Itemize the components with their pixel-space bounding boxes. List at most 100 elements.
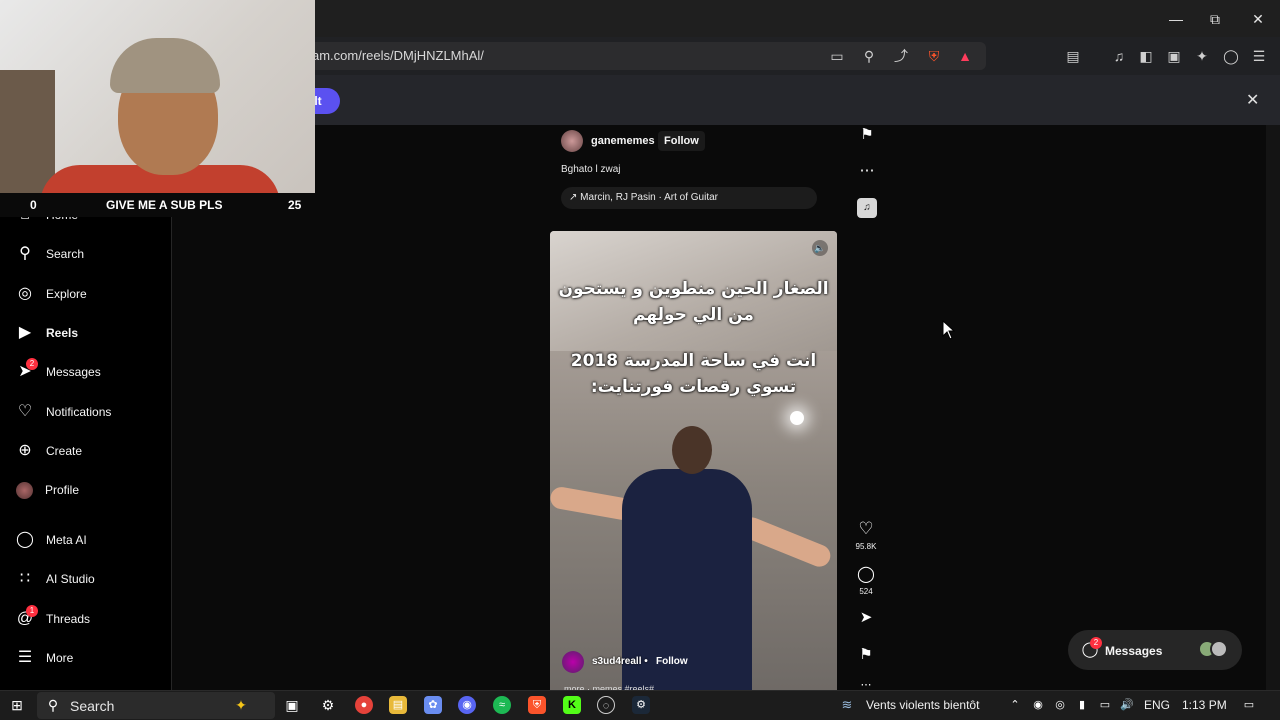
share-icon[interactable]: ⤴ bbox=[891, 46, 911, 66]
reel-caption: Bghato l zwaj bbox=[561, 164, 621, 175]
zoom-icon[interactable]: ⚲ bbox=[859, 46, 879, 66]
more-options-icon[interactable]: ⋯ bbox=[856, 161, 878, 179]
microphone-icon[interactable]: ◎ bbox=[1051, 696, 1069, 714]
search-icon: ⚲ bbox=[47, 697, 59, 713]
restore-icon[interactable]: ⧉ bbox=[1204, 8, 1226, 30]
reel-audio-label: Marcin, RJ Pasin · Art of Guitar bbox=[580, 192, 718, 203]
sidebar-item-explore[interactable]: ◎ Explore bbox=[16, 282, 87, 306]
leo-ai-icon[interactable]: ✦ bbox=[1192, 46, 1212, 66]
sidebar-item-ai-studio[interactable]: ∷ AI Studio bbox=[16, 567, 95, 591]
music-icon[interactable]: ♫ bbox=[1109, 46, 1129, 66]
avatar bbox=[16, 481, 33, 499]
chevron-up-icon[interactable]: ⌃ bbox=[1006, 696, 1024, 714]
volume-icon[interactable]: 🔊 bbox=[1118, 696, 1136, 714]
clock-time[interactable]: 1:13 PM bbox=[1182, 698, 1227, 712]
save-icon[interactable]: ⚑ bbox=[856, 125, 878, 143]
webcam-person-cap bbox=[110, 38, 220, 93]
menu-icon: ☰ bbox=[17, 649, 33, 666]
reel-audio-link[interactable]: ↗ Marcin, RJ Pasin · Art of Guitar bbox=[561, 187, 817, 209]
browser-menu-icon[interactable]: ☰ bbox=[1249, 46, 1269, 66]
reader-mode-icon[interactable]: ▤ bbox=[1063, 46, 1083, 66]
mouse-cursor-icon bbox=[942, 320, 956, 340]
taskbar-search-label: Search bbox=[70, 698, 115, 714]
brave-rewards-icon[interactable]: ▲ bbox=[955, 46, 975, 66]
reel-author-avatar[interactable] bbox=[561, 130, 583, 152]
spotify-icon[interactable]: ≈ bbox=[493, 696, 511, 714]
sidebar-item-messages[interactable]: ➤ 2 Messages bbox=[16, 358, 101, 384]
audio-thumbnail[interactable]: ♫ bbox=[857, 198, 877, 218]
sidebar-item-label: Meta AI bbox=[46, 533, 87, 547]
copilot-app-icon[interactable]: ✿ bbox=[424, 696, 442, 714]
compass-icon: ◎ bbox=[18, 285, 32, 302]
webcam-left-count: 0 bbox=[30, 198, 37, 212]
vpn-shield-icon[interactable]: ◯ bbox=[1221, 46, 1241, 66]
send-icon: ➤ 2 bbox=[16, 358, 38, 381]
comment-count: 524 bbox=[859, 587, 873, 596]
wallet-icon[interactable]: ▣ bbox=[1164, 46, 1184, 66]
sidebar-item-more[interactable]: ☰ More bbox=[16, 646, 74, 670]
bookmark-icon[interactable]: ⚑ bbox=[855, 645, 877, 663]
address-url[interactable]: am.com/reels/DMjHNZLMhAl/ bbox=[312, 48, 484, 63]
reel-video[interactable]: الصغار الحين منطوين و يستحون من الي حوله… bbox=[550, 231, 837, 690]
messages-pill-avatars bbox=[1198, 640, 1228, 660]
messages-badge: 2 bbox=[26, 358, 38, 370]
avatar bbox=[1210, 640, 1228, 658]
messages-pill-badge: 2 bbox=[1090, 637, 1102, 649]
sidebar-item-create[interactable]: ⊕ Create bbox=[16, 439, 82, 463]
video-follow-button[interactable]: Follow bbox=[656, 656, 688, 667]
reel-author-username[interactable]: ganememes • bbox=[591, 135, 662, 147]
sidebar-item-label: AI Studio bbox=[46, 572, 95, 586]
reel-follow-button[interactable]: Follow bbox=[658, 131, 705, 151]
battery-icon[interactable]: ▮ bbox=[1073, 696, 1091, 714]
brave-icon[interactable]: ⛨ bbox=[528, 696, 546, 714]
send-share-icon[interactable]: ➤ bbox=[855, 608, 877, 626]
sidebar-item-profile[interactable]: Profile bbox=[16, 478, 79, 502]
sidebar-item-label: Messages bbox=[46, 365, 101, 379]
sidebar-item-threads[interactable]: @1 Threads bbox=[16, 605, 90, 631]
obs-icon[interactable]: ◌ bbox=[597, 696, 615, 714]
brave-shield-icon[interactable]: ⛨ bbox=[924, 46, 944, 66]
file-explorer-icon[interactable]: ▤ bbox=[389, 696, 407, 714]
weather-text[interactable]: Vents violents bientôt bbox=[866, 698, 979, 712]
sidebar-item-notifications[interactable]: ♡ Notifications bbox=[16, 400, 112, 424]
steam-icon[interactable]: ⚙ bbox=[632, 696, 650, 714]
threads-icon: @1 bbox=[16, 605, 38, 628]
sidebar-item-search[interactable]: ⚲ Search bbox=[16, 242, 84, 266]
infobar-close-icon[interactable]: ✕ bbox=[1246, 90, 1259, 110]
sidebar-item-label: Profile bbox=[45, 483, 80, 497]
notification-center-icon[interactable]: ▭ bbox=[1240, 696, 1258, 714]
headset-icon[interactable]: ◉ bbox=[1029, 696, 1047, 714]
video-overlay-line4: تسوي رقصات فورتنايت: bbox=[590, 377, 797, 397]
windows-start-icon[interactable]: ⊞ bbox=[8, 696, 26, 714]
cast-icon[interactable]: ▭ bbox=[827, 46, 847, 66]
mute-icon[interactable]: 🔈 bbox=[812, 240, 828, 256]
sidebar-item-meta-ai[interactable]: ◯ Meta AI bbox=[16, 528, 87, 552]
sidebar-item-label: More bbox=[46, 651, 74, 665]
search-icon: ⚲ bbox=[19, 245, 31, 262]
page-scrollbar[interactable] bbox=[1266, 125, 1280, 690]
close-icon[interactable]: ✕ bbox=[1247, 8, 1269, 30]
sidebar-item-label: Reels bbox=[46, 326, 79, 340]
audio-arrow-icon: ↗ bbox=[569, 192, 578, 203]
video-username[interactable]: s3ud4reall • bbox=[592, 656, 648, 667]
weather-wind-icon[interactable]: ≋ bbox=[838, 696, 856, 714]
video-user-avatar[interactable] bbox=[562, 651, 584, 673]
video-overlay-line2: من الي حولهم bbox=[633, 305, 754, 325]
kick-icon[interactable]: K bbox=[563, 696, 581, 714]
sidebar-item-reels[interactable]: ▶ Reels bbox=[16, 321, 78, 345]
copilot-sparkle-icon[interactable]: ✦ bbox=[232, 696, 250, 714]
threads-badge: 1 bbox=[26, 605, 38, 617]
language-indicator[interactable]: ENG bbox=[1144, 698, 1170, 712]
discord-icon[interactable]: ◉ bbox=[458, 696, 476, 714]
video-person-head bbox=[672, 426, 712, 474]
video-overlay-line3: انت في ساحة المدرسة 2018 bbox=[570, 351, 817, 371]
sidebar-toggle-icon[interactable]: ◧ bbox=[1136, 46, 1156, 66]
settings-gear-icon[interactable]: ⚙ bbox=[319, 696, 337, 714]
chrome-icon[interactable]: ● bbox=[355, 696, 373, 714]
like-icon[interactable]: ♡ bbox=[855, 519, 877, 539]
task-view-icon[interactable]: ▣ bbox=[283, 696, 301, 714]
network-icon[interactable]: ▭ bbox=[1096, 696, 1114, 714]
minimize-icon[interactable]: — bbox=[1165, 8, 1187, 30]
comment-icon[interactable]: ◯ bbox=[855, 564, 877, 584]
webcam-background-door bbox=[0, 70, 55, 193]
